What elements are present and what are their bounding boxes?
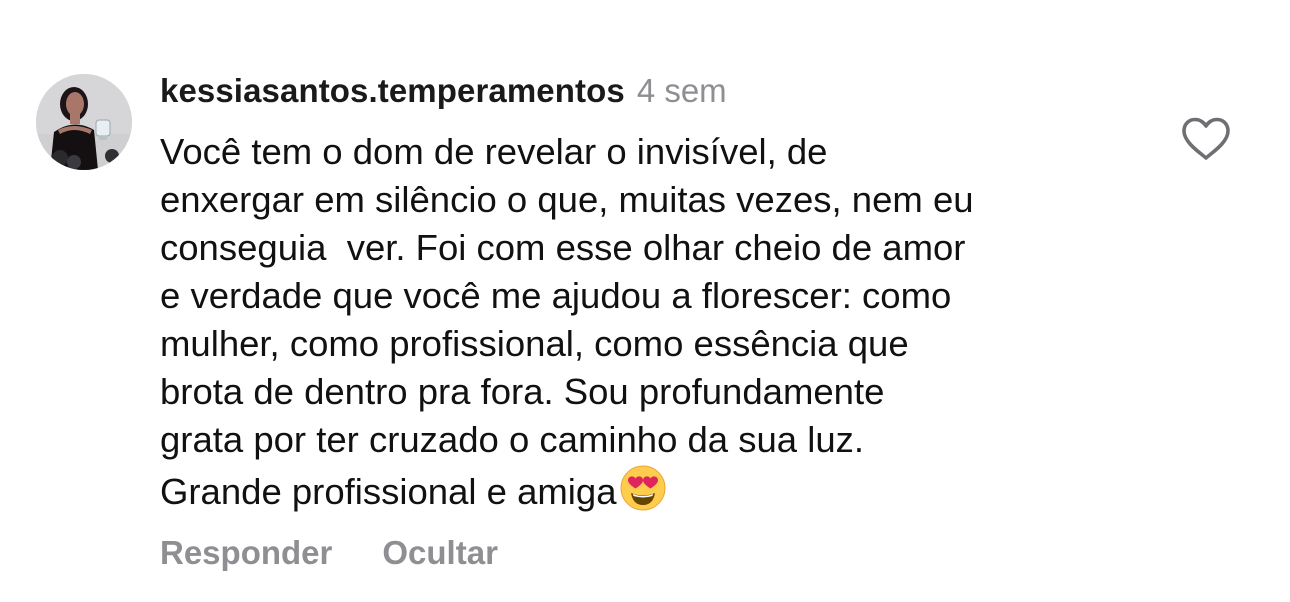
hide-button[interactable]: Ocultar [382,534,498,572]
comment-last-line: Grande profissional e amiga [160,464,1160,516]
comment-actions: Responder Ocultar [160,534,548,572]
comment-line: brota de dentro pra fora. Sou profundame… [160,371,885,412]
comment-line: Grande profissional e amiga [160,471,617,512]
comment-line: mulher, como profissional, como essência… [160,323,909,364]
heart-outline-icon [1182,117,1230,160]
comment-line: conseguia ver. Foi com esse olhar cheio … [160,227,966,268]
username[interactable]: kessiasantos.temperamentos [160,72,625,110]
timestamp: 4 sem [636,72,727,109]
avatar[interactable] [36,74,132,170]
profile-photo-icon [36,74,132,170]
comment-line: enxergar em silêncio o que, muitas vezes… [160,179,974,220]
like-button[interactable] [1180,116,1232,162]
comment-header: kessiasantos.temperamentos 4 sem [160,72,727,118]
comment-line: grata por ter cruzado o caminho da sua l… [160,419,865,460]
comment-line: Você tem o dom de revelar o invisível, d… [160,131,828,172]
heart-eyes-emoji-icon [620,465,665,511]
reply-button[interactable]: Responder [160,534,332,572]
comment-line: e verdade que você me ajudou a florescer… [160,275,952,316]
comment-text: Você tem o dom de revelar o invisível, d… [160,128,1160,516]
